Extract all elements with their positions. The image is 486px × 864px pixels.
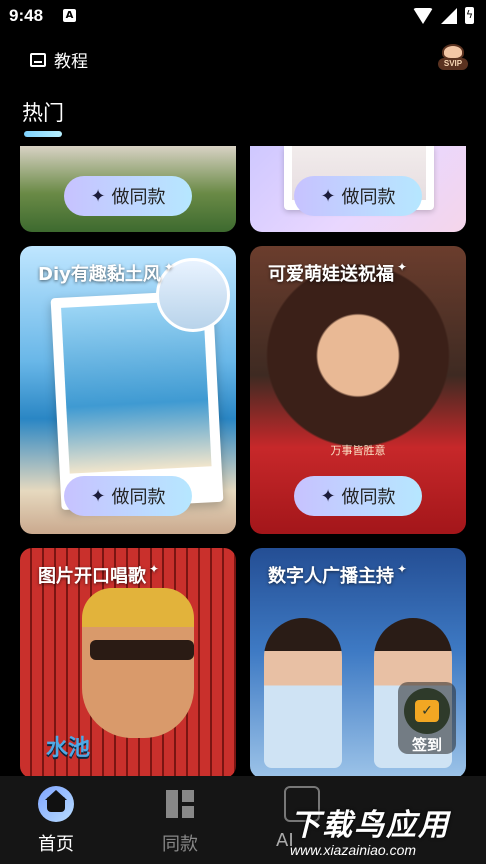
- tab-templates-label: 同款: [162, 834, 198, 855]
- sparkle-icon: ✦: [149, 562, 160, 576]
- card-title: 图片开口唱歌 ✦: [38, 562, 160, 587]
- make-same-label: 做同款: [341, 187, 396, 208]
- tab-home-label: 首页: [38, 834, 74, 855]
- watermark-url: www.xiazainiao.com: [290, 842, 417, 858]
- grid-icon: [162, 786, 198, 822]
- card-title: 可爱萌娃送祝福 ✦: [268, 260, 408, 285]
- signin-label: 签到: [411, 736, 442, 754]
- make-same-button-2[interactable]: ✦ 做同款: [294, 176, 422, 216]
- sparkle-icon: ✦: [163, 260, 174, 274]
- top-bar: 教程 SVIP: [0, 34, 486, 84]
- template-card-sing[interactable]: 水池 图片开口唱歌 ✦: [20, 548, 236, 778]
- make-same-label: 做同款: [111, 487, 166, 508]
- template-card-1[interactable]: ✦ 做同款: [20, 146, 236, 232]
- template-card-clay[interactable]: Diy有趣黏土风 ✦ ✦ 做同款: [20, 246, 236, 534]
- wifi-icon: [413, 7, 433, 24]
- card-title: 数字人广播主持 ✦: [268, 562, 408, 587]
- tab-templates[interactable]: 同款: [140, 786, 220, 856]
- signal-icon: [441, 7, 457, 24]
- sunglasses-image: [90, 640, 194, 660]
- section-title: 热门: [22, 101, 64, 125]
- book-icon: [30, 52, 46, 67]
- card-overlay-text: 水池: [46, 736, 91, 761]
- watermark-title: 下载鸟应用: [290, 808, 450, 843]
- make-same-label: 做同款: [111, 187, 166, 208]
- tab-home[interactable]: 首页: [16, 786, 96, 856]
- tutorial-button[interactable]: 教程: [30, 47, 88, 72]
- sparkle-icon: ✦: [397, 260, 408, 274]
- template-card-blessing[interactable]: 可爱萌娃送祝福 ✦ 万事皆胜意 ✦ 做同款: [250, 246, 466, 534]
- svip-label: SVIP: [438, 58, 468, 70]
- card-caption: 万事皆胜意: [330, 444, 386, 457]
- sparkle-icon: ✦: [90, 185, 106, 207]
- tutorial-label: 教程: [54, 52, 88, 72]
- sparkle-icon: ✦: [320, 185, 336, 207]
- template-card-2[interactable]: ✦ 做同款: [250, 146, 466, 232]
- battery-icon: [465, 7, 474, 24]
- svip-button[interactable]: SVIP: [438, 44, 468, 72]
- home-icon: [38, 786, 74, 822]
- status-time: 9:48: [9, 6, 44, 25]
- signin-button[interactable]: ✓ 签到: [398, 682, 456, 754]
- singer-image: [82, 588, 194, 738]
- sparkle-icon: ✦: [397, 562, 408, 576]
- sparkle-icon: ✦: [90, 485, 106, 507]
- sparkle-icon: ✦: [320, 485, 336, 507]
- section-underline: [24, 131, 62, 137]
- anchor-image-left: [264, 618, 342, 768]
- status-icons: [413, 7, 474, 24]
- card-title: Diy有趣黏土风 ✦: [38, 260, 174, 285]
- make-same-button-4[interactable]: ✦ 做同款: [294, 476, 422, 516]
- notification-icon: A: [63, 9, 76, 22]
- calendar-check-icon: ✓: [404, 688, 450, 734]
- make-same-label: 做同款: [341, 487, 396, 508]
- status-bar: 9:48 A: [0, 0, 486, 34]
- make-same-button-3[interactable]: ✦ 做同款: [64, 476, 192, 516]
- make-same-button-1[interactable]: ✦ 做同款: [64, 176, 192, 216]
- watermark: 下载鸟应用 www.xiazainiao.com: [290, 800, 486, 864]
